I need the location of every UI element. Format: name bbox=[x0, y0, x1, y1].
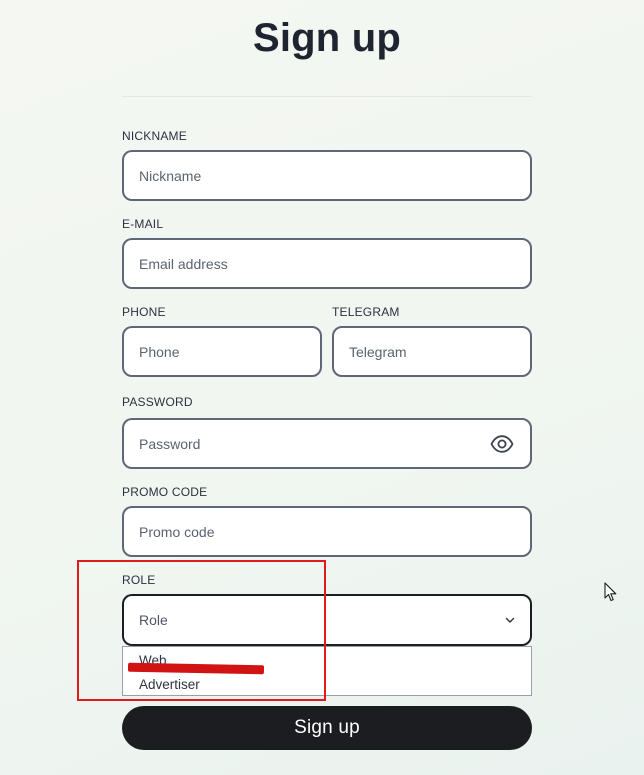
email-field bbox=[122, 238, 532, 289]
promo-input[interactable] bbox=[124, 508, 530, 555]
email-label: E-MAIL bbox=[122, 217, 164, 231]
password-label: PASSWORD bbox=[122, 395, 193, 409]
chevron-down-icon bbox=[505, 617, 515, 623]
phone-label: PHONE bbox=[122, 305, 166, 319]
telegram-label: TELEGRAM bbox=[332, 305, 400, 319]
nickname-input[interactable] bbox=[124, 152, 530, 199]
telegram-input[interactable] bbox=[334, 328, 530, 375]
title-divider bbox=[122, 96, 532, 97]
promo-field bbox=[122, 506, 532, 557]
phone-input[interactable] bbox=[124, 328, 320, 375]
telegram-field bbox=[332, 326, 532, 377]
sign-up-button[interactable]: Sign up bbox=[122, 706, 532, 750]
email-input[interactable] bbox=[124, 240, 530, 287]
password-input[interactable] bbox=[124, 420, 530, 467]
phone-field bbox=[122, 326, 322, 377]
mouse-cursor-icon bbox=[604, 582, 617, 602]
nickname-label: NICKNAME bbox=[122, 129, 187, 143]
password-field bbox=[122, 418, 532, 469]
promo-label: PROMO CODE bbox=[122, 485, 208, 499]
red-highlight-box bbox=[77, 560, 326, 701]
nickname-field bbox=[122, 150, 532, 201]
page-title: Sign up bbox=[252, 16, 402, 60]
eye-icon[interactable] bbox=[490, 433, 514, 455]
